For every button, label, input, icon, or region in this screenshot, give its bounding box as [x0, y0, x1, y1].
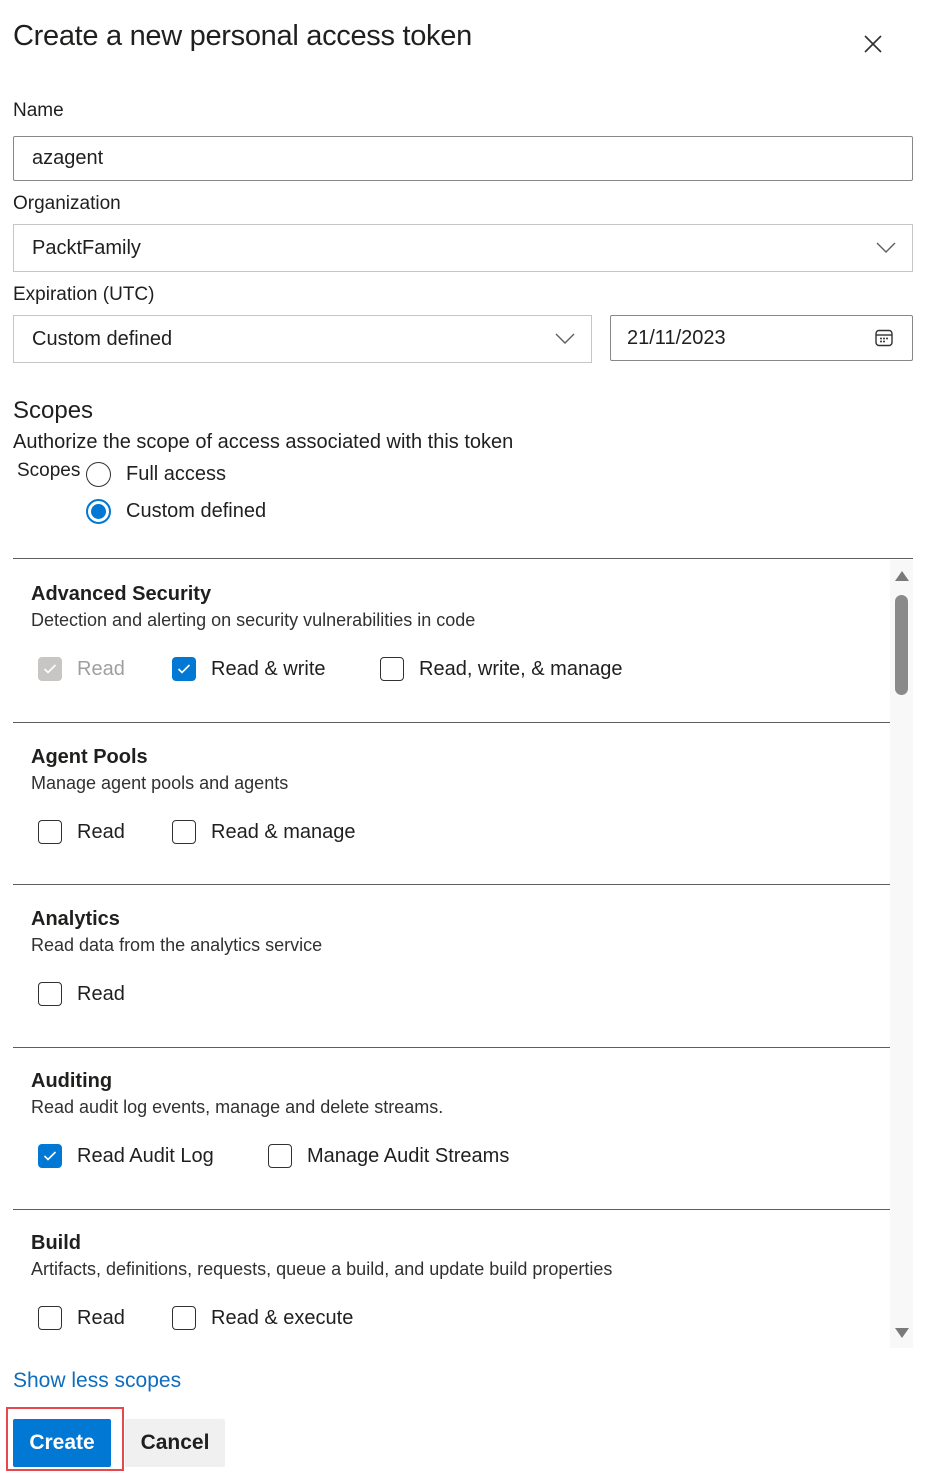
checkbox[interactable] [172, 1306, 196, 1330]
scroll-down-arrow-icon[interactable] [895, 1328, 909, 1338]
checkbox-build-read-execute[interactable]: Read & execute [172, 1306, 353, 1330]
checkbox[interactable] [172, 657, 196, 681]
expiration-date-value: 21/11/2023 [627, 326, 726, 349]
organization-label: Organization [13, 193, 121, 214]
checkbox-auditing-read-audit-log[interactable]: Read Audit Log [38, 1144, 214, 1168]
name-label: Name [13, 100, 64, 121]
scope-title: Build [31, 1232, 81, 1254]
scope-title: Analytics [31, 908, 120, 930]
organization-selected: PacktFamily [32, 236, 141, 259]
scope-title: Auditing [31, 1070, 113, 1092]
organization-dropdown[interactable]: PacktFamily [13, 224, 913, 272]
checkbox[interactable] [38, 1144, 62, 1168]
cancel-button[interactable]: Cancel [125, 1419, 225, 1467]
checkbox[interactable] [172, 820, 196, 844]
checkbox-advsec-read-write-manage[interactable]: Read, write, & manage [380, 657, 622, 681]
checkbox[interactable] [38, 1306, 62, 1330]
checkbox-auditing-manage-streams[interactable]: Manage Audit Streams [268, 1144, 509, 1168]
radio-custom-defined[interactable]: Custom defined [86, 499, 266, 524]
checkmark-icon [177, 664, 191, 674]
expiration-selected: Custom defined [32, 327, 173, 350]
calendar-icon[interactable] [874, 328, 894, 348]
checkbox-label: Read [77, 1306, 125, 1329]
checkbox-label: Read Audit Log [77, 1144, 214, 1167]
radio-label: Custom defined [126, 500, 267, 522]
checkmark-icon [43, 1151, 57, 1161]
checkbox-label: Manage Audit Streams [307, 1144, 510, 1167]
scopes-radio-group-label: Scopes [17, 460, 81, 481]
create-button[interactable]: Create [13, 1419, 111, 1467]
scope-title: Agent Pools [31, 746, 148, 768]
checkbox-advsec-read[interactable]: Read [38, 657, 125, 681]
checkbox-analytics-read[interactable]: Read [38, 982, 125, 1006]
checkbox-label: Read [77, 820, 125, 843]
checkmark-icon [43, 664, 57, 674]
scope-description: Read data from the analytics service [31, 935, 323, 955]
scope-list-scrollbar[interactable] [890, 560, 913, 1348]
expiration-dropdown[interactable]: Custom defined [13, 315, 592, 363]
radio-label: Full access [126, 463, 227, 485]
scope-description: Artifacts, definitions, requests, queue … [31, 1259, 613, 1279]
scopes-heading: Scopes [13, 397, 94, 424]
checkbox-label: Read [77, 982, 125, 1005]
scopes-description: Authorize the scope of access associated… [13, 431, 514, 453]
section-divider [13, 1209, 890, 1210]
checkbox[interactable] [38, 820, 62, 844]
checkbox[interactable] [380, 657, 404, 681]
radio-button[interactable] [86, 462, 111, 487]
dialog-title: Create a new personal access token [13, 20, 472, 52]
expiration-label: Expiration (UTC) [13, 284, 155, 305]
chevron-down-icon [555, 333, 575, 344]
checkbox-label: Read & manage [211, 820, 356, 843]
checkbox[interactable] [38, 982, 62, 1006]
checkbox-label: Read & execute [211, 1306, 354, 1329]
radio-full-access[interactable]: Full access [86, 462, 226, 487]
chevron-down-icon [876, 242, 896, 253]
close-icon [864, 35, 882, 53]
scope-list: Advanced Security Detection and alerting… [13, 558, 913, 1348]
close-button[interactable] [860, 31, 886, 57]
checkbox-label: Read [77, 657, 125, 680]
checkbox-build-read[interactable]: Read [38, 1306, 125, 1330]
scope-description: Read audit log events, manage and delete… [31, 1097, 444, 1117]
checkbox-label: Read & write [211, 657, 326, 680]
name-input[interactable]: azagent [13, 136, 913, 181]
scope-title: Advanced Security [31, 583, 212, 605]
checkbox-label: Read, write, & manage [419, 657, 623, 680]
checkbox-advsec-read-write[interactable]: Read & write [172, 657, 326, 681]
show-less-scopes-link[interactable]: Show less scopes [13, 1369, 181, 1393]
name-input-value: azagent [32, 147, 104, 169]
section-divider [13, 722, 890, 723]
section-divider [13, 1047, 890, 1048]
scrollbar-thumb[interactable] [895, 595, 908, 695]
scope-description: Manage agent pools and agents [31, 773, 289, 793]
checkbox[interactable] [268, 1144, 292, 1168]
checkbox-agentpools-read[interactable]: Read [38, 820, 125, 844]
radio-button[interactable] [86, 499, 111, 524]
expiration-date-input[interactable]: 21/11/2023 [610, 315, 913, 361]
checkbox-agentpools-read-manage[interactable]: Read & manage [172, 820, 356, 844]
scope-description: Detection and alerting on security vulne… [31, 610, 476, 630]
section-divider [13, 884, 890, 885]
scroll-up-arrow-icon[interactable] [895, 571, 909, 581]
checkbox[interactable] [38, 657, 62, 681]
